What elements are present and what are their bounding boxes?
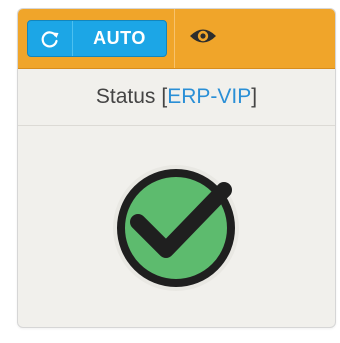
view-button[interactable] xyxy=(183,23,223,53)
status-code: ERP-VIP xyxy=(167,85,252,108)
status-title: Status [ ERP-VIP ] xyxy=(18,69,335,126)
eye-icon xyxy=(188,26,218,51)
header-divider xyxy=(174,9,175,68)
refresh-icon xyxy=(28,21,73,56)
auto-refresh-button[interactable]: AUTO xyxy=(27,20,167,57)
status-code-bracket-close: ] xyxy=(251,85,258,108)
status-widget: AUTO Status [ ERP-VIP ] xyxy=(17,8,336,328)
status-label: Status xyxy=(95,85,156,108)
widget-header: AUTO xyxy=(18,9,335,69)
check-circle-icon xyxy=(110,162,242,294)
auto-button-label: AUTO xyxy=(93,28,146,48)
